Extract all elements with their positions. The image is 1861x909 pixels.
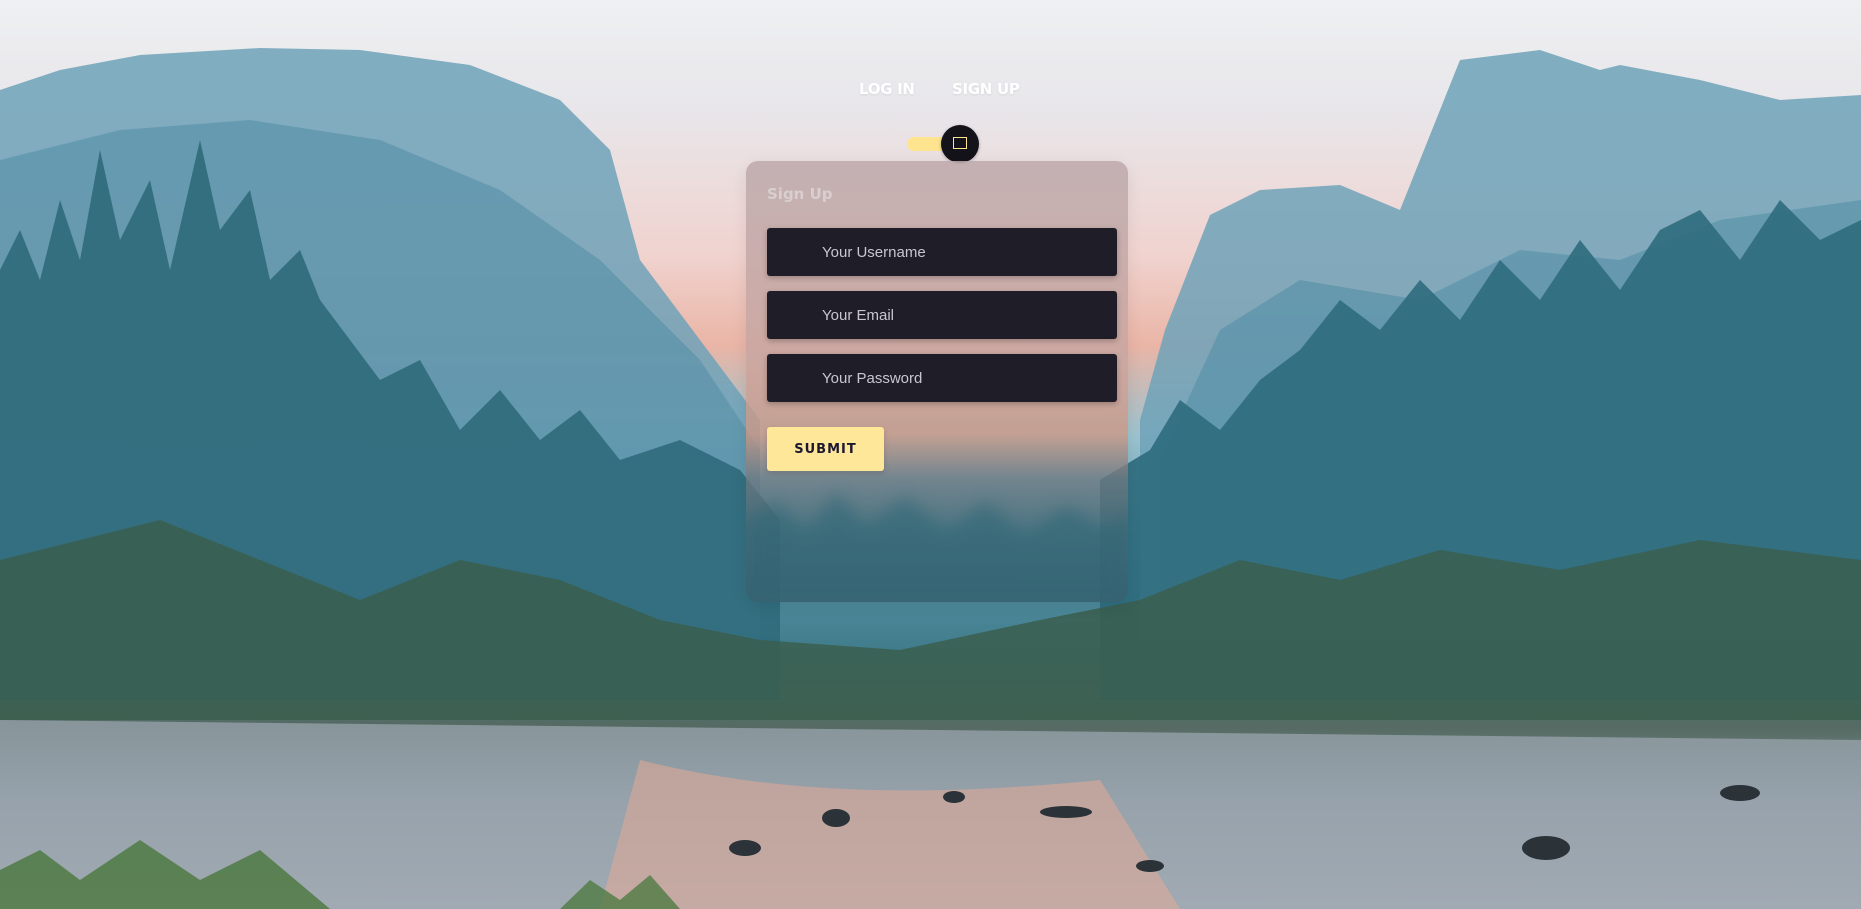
top-nav: LOG IN SIGN UP: [0, 80, 1861, 104]
password-input[interactable]: [767, 354, 1117, 402]
square-icon: [953, 137, 967, 149]
blurred-treeline: [746, 491, 1128, 602]
form-toggle-knob[interactable]: [941, 125, 979, 163]
username-input[interactable]: [767, 228, 1117, 276]
signup-card: Sign Up SUBMIT: [746, 161, 1128, 602]
email-input[interactable]: [767, 291, 1117, 339]
email-field[interactable]: [767, 291, 1117, 339]
form-title: Sign Up: [767, 185, 833, 203]
login-page: LOG IN SIGN UP Sign Up SUBMIT: [0, 0, 1861, 909]
signup-tab[interactable]: SIGN UP: [952, 80, 1020, 98]
login-tab[interactable]: LOG IN: [859, 80, 915, 98]
password-field[interactable]: [767, 354, 1117, 402]
submit-button[interactable]: SUBMIT: [767, 427, 884, 471]
username-field[interactable]: [767, 228, 1117, 276]
